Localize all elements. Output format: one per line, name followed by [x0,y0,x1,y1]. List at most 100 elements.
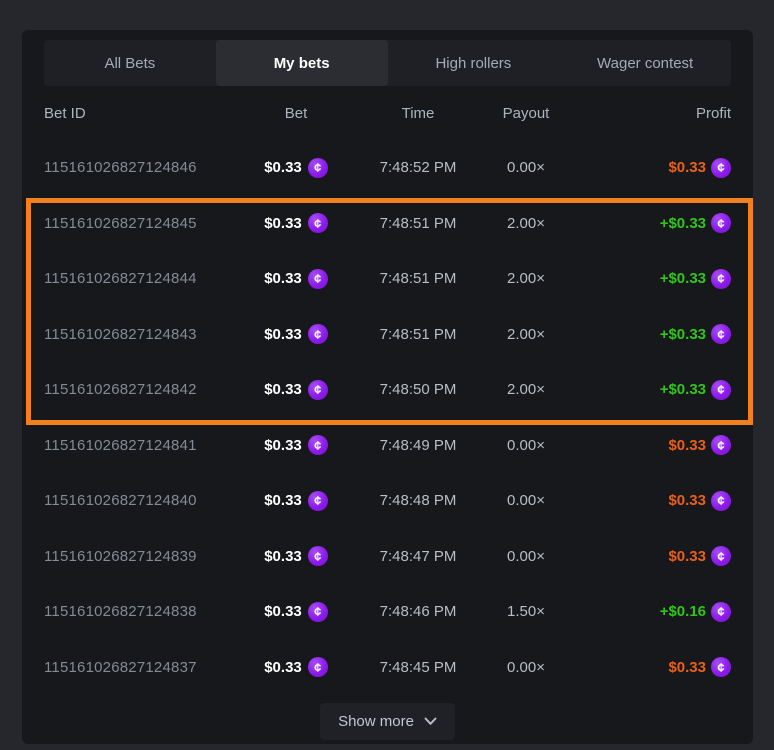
show-more-label: Show more [338,713,414,730]
bet-amount: $0.33 [264,603,302,620]
bet-payout: 0.00× [478,159,574,176]
profit-cell: $0.33 ¢ [574,491,731,511]
bet-id: 115161026827124844 [44,270,234,287]
bet-amount: $0.33 [264,548,302,565]
header-bet-id: Bet ID [44,105,234,122]
coin-icon: ¢ [711,435,731,455]
coin-icon: ¢ [711,213,731,233]
profit-cell: $0.33 ¢ [574,657,731,677]
bet-cell: $0.33 ¢ [234,380,358,400]
tab-all-bets[interactable]: All Bets [44,40,216,86]
table-row[interactable]: 115161026827124843 $0.33 ¢ 7:48:51 PM 2.… [44,307,731,363]
table-row[interactable]: 115161026827124844 $0.33 ¢ 7:48:51 PM 2.… [44,251,731,307]
profit-value: $0.33 [668,159,706,176]
coin-icon: ¢ [711,269,731,289]
bet-cell: $0.33 ¢ [234,324,358,344]
profit-cell: $0.33 ¢ [574,546,731,566]
bet-time: 7:48:51 PM [358,270,478,287]
bet-time: 7:48:49 PM [358,437,478,454]
header-bet: Bet [234,105,358,122]
bet-payout: 0.00× [478,659,574,676]
bets-tabs: All Bets My bets High rollers Wager cont… [44,40,731,86]
bet-amount: $0.33 [264,159,302,176]
profit-cell: +$0.33 ¢ [574,380,731,400]
bet-id: 115161026827124837 [44,659,234,676]
profit-value: $0.33 [668,548,706,565]
bet-amount: $0.33 [264,381,302,398]
bet-id: 115161026827124842 [44,381,234,398]
table-row[interactable]: 115161026827124845 $0.33 ¢ 7:48:51 PM 2.… [44,196,731,252]
coin-icon: ¢ [711,158,731,178]
bet-id: 115161026827124839 [44,548,234,565]
coin-icon: ¢ [308,491,328,511]
profit-value: $0.33 [668,659,706,676]
table-row[interactable]: 115161026827124837 $0.33 ¢ 7:48:45 PM 0.… [44,640,731,696]
bet-amount: $0.33 [264,437,302,454]
tab-high-rollers[interactable]: High rollers [388,40,560,86]
bet-amount: $0.33 [264,659,302,676]
profit-cell: $0.33 ¢ [574,435,731,455]
bets-panel: All Bets My bets High rollers Wager cont… [22,30,753,744]
show-more-button[interactable]: Show more [320,703,455,740]
tab-wager-contest[interactable]: Wager contest [559,40,731,86]
coin-icon: ¢ [308,158,328,178]
bet-cell: $0.33 ¢ [234,602,358,622]
coin-icon: ¢ [308,657,328,677]
bet-cell: $0.33 ¢ [234,269,358,289]
bet-payout: 2.00× [478,381,574,398]
profit-value: +$0.16 [660,603,706,620]
bet-cell: $0.33 ¢ [234,491,358,511]
table-body: 115161026827124846 $0.33 ¢ 7:48:52 PM 0.… [44,140,731,695]
bet-payout: 0.00× [478,437,574,454]
bet-cell: $0.33 ¢ [234,546,358,566]
bet-time: 7:48:48 PM [358,492,478,509]
bet-payout: 0.00× [478,548,574,565]
profit-value: $0.33 [668,492,706,509]
coin-icon: ¢ [308,435,328,455]
coin-icon: ¢ [308,269,328,289]
bet-payout: 2.00× [478,270,574,287]
bet-id: 115161026827124838 [44,603,234,620]
bet-time: 7:48:45 PM [358,659,478,676]
bet-amount: $0.33 [264,492,302,509]
bet-payout: 0.00× [478,492,574,509]
table-row[interactable]: 115161026827124842 $0.33 ¢ 7:48:50 PM 2.… [44,362,731,418]
table-row[interactable]: 115161026827124840 $0.33 ¢ 7:48:48 PM 0.… [44,473,731,529]
coin-icon: ¢ [711,546,731,566]
bet-amount: $0.33 [264,270,302,287]
profit-cell: $0.33 ¢ [574,158,731,178]
bet-cell: $0.33 ¢ [234,213,358,233]
table-header: Bet ID Bet Time Payout Profit [44,86,731,140]
table-row[interactable]: 115161026827124841 $0.33 ¢ 7:48:49 PM 0.… [44,418,731,474]
bet-cell: $0.33 ¢ [234,657,358,677]
bet-payout: 1.50× [478,603,574,620]
coin-icon: ¢ [308,380,328,400]
bet-cell: $0.33 ¢ [234,435,358,455]
bet-id: 115161026827124845 [44,215,234,232]
profit-value: $0.33 [668,437,706,454]
table-row[interactable]: 115161026827124838 $0.33 ¢ 7:48:46 PM 1.… [44,584,731,640]
header-payout: Payout [478,105,574,122]
coin-icon: ¢ [711,657,731,677]
table-row[interactable]: 115161026827124839 $0.33 ¢ 7:48:47 PM 0.… [44,529,731,585]
profit-value: +$0.33 [660,326,706,343]
bet-time: 7:48:51 PM [358,326,478,343]
bet-time: 7:48:47 PM [358,548,478,565]
coin-icon: ¢ [308,602,328,622]
bet-id: 115161026827124841 [44,437,234,454]
profit-value: +$0.33 [660,270,706,287]
coin-icon: ¢ [711,380,731,400]
coin-icon: ¢ [308,546,328,566]
tab-my-bets[interactable]: My bets [216,40,388,86]
profit-value: +$0.33 [660,215,706,232]
coin-icon: ¢ [711,602,731,622]
show-more-container: Show more [44,703,731,740]
table-row[interactable]: 115161026827124846 $0.33 ¢ 7:48:52 PM 0.… [44,140,731,196]
bet-time: 7:48:46 PM [358,603,478,620]
coin-icon: ¢ [308,213,328,233]
coin-icon: ¢ [711,324,731,344]
profit-value: +$0.33 [660,381,706,398]
bet-amount: $0.33 [264,215,302,232]
bet-id: 115161026827124840 [44,492,234,509]
coin-icon: ¢ [308,324,328,344]
